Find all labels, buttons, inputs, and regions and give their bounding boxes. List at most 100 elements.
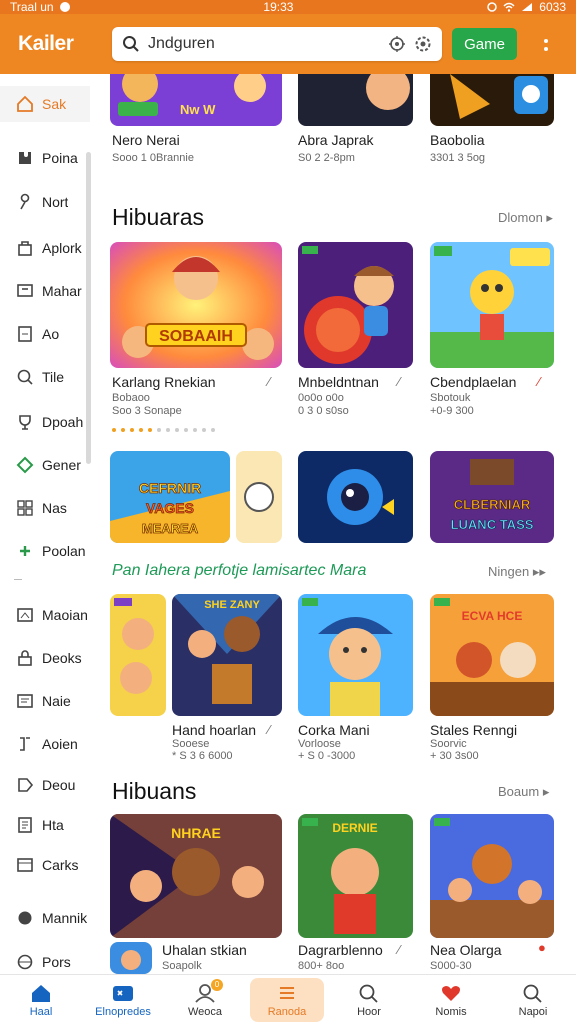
promo-card-2[interactable] — [298, 594, 413, 716]
card-title: Mnbeldntnan — [298, 374, 379, 390]
sidebar-item-label: Carks — [42, 857, 79, 873]
sidebar-item-mahar[interactable]: Mahar — [0, 273, 90, 309]
nav-profile[interactable]: 0 Weoca — [164, 975, 246, 1024]
sidebar-item-sak[interactable]: Sak — [0, 86, 90, 122]
bag-icon — [16, 239, 34, 257]
promo-more-link[interactable]: Ningen ▸▸ — [488, 564, 546, 580]
app-root: Traal un 19:33 6033 Kailer Game — [0, 0, 576, 1024]
carousel-indicator[interactable] — [112, 428, 215, 432]
sidebar-item-deou[interactable]: Deou — [0, 767, 90, 803]
screen-icon — [16, 282, 34, 300]
promo-card-1[interactable]: SHE ZANY — [172, 594, 282, 716]
game-card-s2-2[interactable]: DERNIE — [298, 814, 413, 938]
search-input[interactable] — [148, 35, 380, 53]
sidebar-item-tile[interactable]: Tile — [0, 359, 90, 395]
sidebar-item-naie[interactable]: Naie — [0, 683, 90, 719]
card-title: Nea Olarga — [430, 942, 502, 958]
edit-icon[interactable]: ⁄ — [538, 374, 540, 389]
battery-label: 6033 — [539, 0, 566, 14]
sidebar-item-label: Maoian — [42, 607, 88, 623]
card-subtitle: Sooese — [172, 738, 210, 750]
nav-games[interactable]: Elnopredes — [82, 975, 164, 1024]
heart-icon — [440, 983, 462, 1003]
game-card-top-2[interactable] — [298, 74, 413, 126]
home-icon — [16, 95, 34, 113]
game-card-2[interactable] — [298, 242, 413, 368]
window-icon — [16, 606, 34, 624]
sidebar-item-ao[interactable]: Ao — [0, 316, 90, 352]
svg-text:CLBERNIAR: CLBERNIAR — [454, 497, 531, 512]
signal-icon — [521, 2, 533, 12]
game-card-featured[interactable]: SOBAAIH — [110, 242, 282, 368]
sidebar-item-nort[interactable]: Nort — [0, 184, 90, 220]
grid-icon — [16, 499, 34, 517]
heart-icon[interactable]: ● — [538, 940, 546, 955]
game-card-s2-1[interactable]: NHRAE — [110, 814, 282, 938]
edit-icon[interactable]: ⁄ — [268, 722, 270, 737]
card-subtitle: Soorvic — [430, 738, 467, 750]
edit-icon[interactable]: ⁄ — [398, 942, 400, 957]
svg-text:CEFRNIR: CEFRNIR — [139, 480, 201, 496]
sidebar-item-poolan[interactable]: Poolan — [0, 533, 90, 569]
svg-text:MEAREA: MEAREA — [142, 521, 199, 536]
section-more-link[interactable]: Dlomon ▸ — [498, 210, 553, 226]
nav-home[interactable]: Haal — [0, 975, 82, 1024]
banner-card-2[interactable] — [298, 451, 413, 543]
doc-icon — [16, 816, 34, 834]
game-card-top-3[interactable] — [430, 74, 554, 126]
section-more-link[interactable]: Boaum ▸ — [498, 784, 549, 800]
search-box[interactable] — [112, 27, 442, 61]
banner-card-1[interactable]: CEFRNIR VAGES MEAREA — [110, 451, 230, 543]
sidebar-item-label: Dpoah — [42, 414, 84, 430]
promo-heading: Pan Iahera perfotje lamisartec Mara — [112, 562, 367, 579]
more-menu-button[interactable] — [534, 32, 558, 58]
sidebar-item-label: Tile — [42, 369, 65, 385]
bracket-icon — [16, 735, 34, 753]
brand-logo[interactable]: Kailer — [0, 32, 100, 56]
settings-icon[interactable] — [414, 35, 432, 53]
puzzle-icon — [16, 149, 34, 167]
sidebar-item-hta[interactable]: Hta — [0, 807, 90, 843]
promo-card-3[interactable]: ECVA HCE — [430, 594, 554, 716]
card-subtitle: 800+ 8oo — [298, 960, 345, 972]
sidebar-item-maoian[interactable]: Maoian — [0, 597, 90, 633]
card-title: Hand hoarlan — [172, 722, 257, 738]
sidebar-item-aoien[interactable]: Aoien — [0, 726, 90, 762]
game-card-3[interactable] — [430, 242, 554, 368]
card-title: Abra Japrak — [298, 132, 374, 148]
game-button[interactable]: Game — [452, 28, 517, 60]
svg-text:SHE ZANY: SHE ZANY — [204, 599, 260, 611]
card-subtitle: S0 2 2-8pm — [298, 152, 355, 164]
sidebar-item-deoks[interactable]: Deoks — [0, 640, 90, 676]
game-card-s2-3[interactable] — [430, 814, 554, 938]
home-icon — [30, 983, 52, 1003]
card-title: Nero Nerai — [112, 132, 180, 148]
banner-card-small[interactable] — [236, 451, 282, 543]
card-title: Stales Renngi — [430, 722, 518, 738]
nav-menu[interactable]: Ranoda — [246, 975, 328, 1024]
sidebar-item-carks[interactable]: Carks — [0, 847, 90, 883]
sidebar-item-gener[interactable]: Gener — [0, 447, 90, 483]
sidebar-item-aplork[interactable]: Aplork — [0, 230, 90, 266]
promo-card-side[interactable] — [110, 594, 166, 716]
nav-favorites[interactable]: Nomis — [410, 975, 492, 1024]
nav-search[interactable]: Hoor — [328, 975, 410, 1024]
edit-icon[interactable]: ⁄ — [398, 374, 400, 389]
camera-icon[interactable] — [388, 35, 406, 53]
sidebar-item-mannik[interactable]: Mannik — [0, 900, 90, 936]
game-card-top-1[interactable]: Nw W — [110, 74, 282, 126]
sidebar-item-nas[interactable]: Nas — [0, 490, 90, 526]
sidebar-item-poina[interactable]: Poina — [0, 140, 90, 176]
card-title: Karlang Rnekian — [112, 374, 216, 390]
sidebar-item-label: Mahar — [42, 283, 82, 299]
sidebar-item-label: Naie — [42, 693, 71, 709]
nav-explore[interactable]: Napoi — [492, 975, 574, 1024]
card-icon — [16, 856, 34, 874]
sidebar-item-label: Aplork — [42, 240, 82, 256]
section-heading: Hibuaras — [112, 204, 205, 230]
sidebar-item-dpoah[interactable]: Dpoah — [0, 404, 90, 440]
banner-card-3[interactable]: CLBERNIAR LUANC TASS — [430, 451, 554, 543]
edit-icon[interactable]: ⁄ — [268, 374, 270, 389]
card-subtitle: Bobaoo — [112, 392, 150, 404]
card-subtitle: +0-9 300 — [430, 405, 474, 417]
